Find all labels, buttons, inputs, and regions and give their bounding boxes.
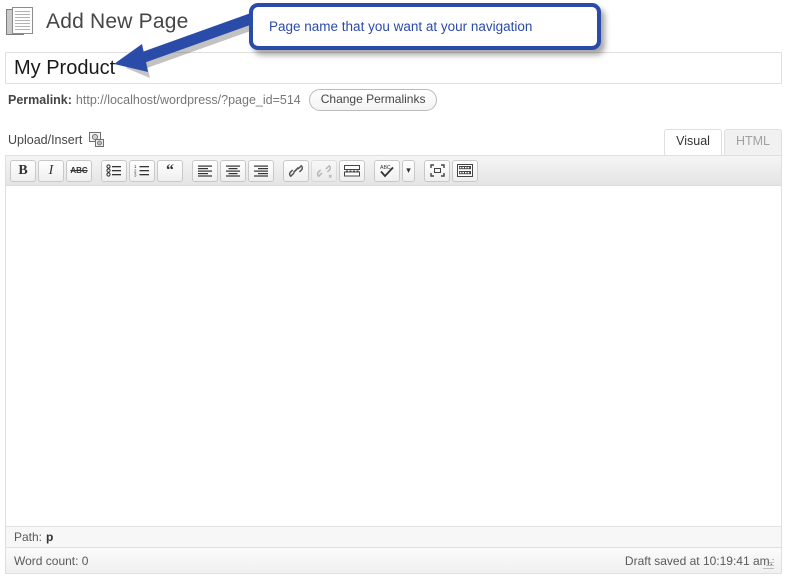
align-center-button[interactable] [220,159,246,182]
bold-button[interactable]: B [10,159,36,182]
svg-text:ABC: ABC [380,165,391,171]
permalink-row: Permalink: http://localhost/wordpress/?p… [8,88,438,112]
path-value: p [46,530,54,544]
draft-saved-status: Draft saved at 10:19:41 am. [624,553,773,568]
tab-html[interactable]: HTML [723,129,782,155]
page-stack-icon [6,7,35,37]
add-media-icon[interactable] [88,132,105,148]
add-new-page-screen: Add New Page Page name that you want at … [0,0,788,579]
spellcheck-button[interactable]: ABC [374,159,400,182]
permalink-url: http://localhost/wordpress/?page_id=514 [75,93,301,107]
path-label: Path: [14,530,43,544]
annotation-callout: Page name that you want at your navigati… [249,3,601,50]
word-count: Word count: 0 [14,553,89,568]
editor-toolbar: B I ABC 1 2 3 “ ABC ▾ [6,156,781,186]
tab-visual[interactable]: Visual [664,129,722,155]
editor-panel: B I ABC 1 2 3 “ ABC ▾ Path: p [5,155,782,548]
editor-mode-tabs: Visual HTML [664,129,782,155]
fullscreen-button[interactable] [424,159,450,182]
permalink-label: Permalink: [8,93,72,107]
blockquote-button[interactable]: “ [157,159,183,182]
bulleted-list-button[interactable] [101,159,127,182]
annotation-callout-text: Page name that you want at your navigati… [269,19,533,34]
upload-insert-label: Upload/Insert [8,133,83,147]
editor-footer-bar: Word count: 0 Draft saved at 10:19:41 am… [5,548,782,574]
align-left-button[interactable] [192,159,218,182]
align-right-button[interactable] [248,159,274,182]
remove-link-button[interactable] [311,159,337,182]
change-permalinks-button[interactable]: Change Permalinks [308,88,438,112]
editor-content-area[interactable] [6,186,781,526]
upload-insert-row: Upload/Insert [8,132,105,148]
resize-handle[interactable] [762,558,774,570]
italic-button[interactable]: I [38,159,64,182]
spellcheck-dropdown-button[interactable]: ▾ [402,159,415,182]
numbered-list-button[interactable]: 1 2 3 [129,159,155,182]
editor-path-status: Path: p [6,526,781,547]
insert-more-tag-button[interactable] [339,159,365,182]
strikethrough-button[interactable]: ABC [66,159,92,182]
svg-text:3: 3 [134,173,137,177]
kitchen-sink-button[interactable] [452,159,478,182]
insert-link-button[interactable] [283,159,309,182]
